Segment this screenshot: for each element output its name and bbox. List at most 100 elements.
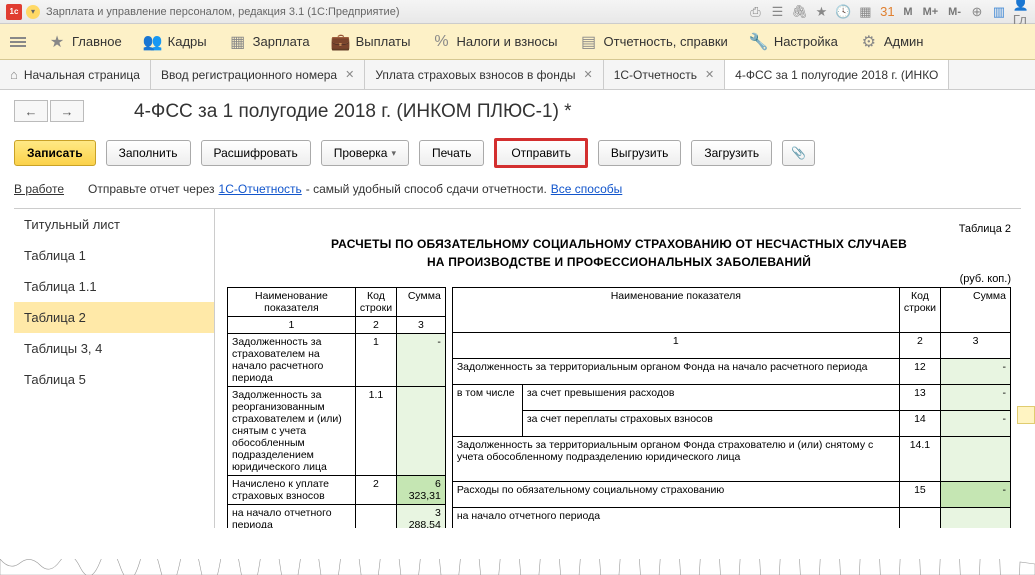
table-row: Начислено к уплате страховых взносов 2 6… (228, 476, 446, 505)
status-badge[interactable]: В работе (14, 182, 64, 196)
print-button[interactable]: Печать (419, 140, 484, 166)
chevron-down-icon: ▾ (391, 148, 396, 159)
memory-mplus-icon[interactable]: M+ (921, 4, 941, 20)
tabs-bar: ⌂Начальная страница Ввод регистрационног… (0, 60, 1035, 90)
menu-main[interactable]: ★Главное (48, 33, 122, 51)
unit-label: (руб. коп.) (227, 273, 1011, 285)
save-button[interactable]: Записать (14, 140, 96, 166)
nav-back-forward: ← → (14, 100, 84, 122)
table-row: на начало отчетного периода (452, 507, 1010, 528)
table-row: за счет переплаты страховых взносов 14 - (452, 410, 1010, 436)
people-icon: 👥 (144, 33, 162, 51)
print-icon[interactable]: ⎙ (747, 4, 763, 20)
send-button[interactable]: Отправить (494, 138, 588, 168)
table-row: Задолженность за территориальным органом… (452, 437, 1010, 482)
menu-admin[interactable]: ⚙Админ (860, 33, 924, 51)
table-row: Расходы по обязательному социальному стр… (452, 481, 1010, 507)
star-icon: ★ (48, 33, 66, 51)
table-row: Задолженность за реорганизованным страхо… (228, 387, 446, 476)
paperclip-icon: 📎 (791, 146, 806, 160)
right-table: Наименование показателя Код строки Сумма… (452, 287, 1011, 528)
th-sum: Сумма (941, 288, 1011, 333)
home-icon: ⌂ (10, 67, 18, 82)
tab-4fss[interactable]: 4-ФСС за 1 полугодие 2018 г. (ИНКО (725, 60, 949, 89)
report-icon: ▤ (580, 33, 598, 51)
side-item-t2[interactable]: Таблица 2 (14, 302, 214, 333)
link-1c-otchet[interactable]: 1С-Отчетность (219, 182, 302, 196)
link-all-methods[interactable]: Все способы (551, 182, 623, 196)
percent-icon: % (432, 33, 450, 51)
th-name: Наименование показателя (452, 288, 899, 333)
panels-icon[interactable]: ▥ (991, 4, 1007, 20)
gear-icon: ⚙ (860, 33, 878, 51)
titlebar: 1c ▾ Зарплата и управление персоналом, р… (0, 0, 1035, 24)
decode-button[interactable]: Расшифровать (201, 140, 311, 166)
memory-mminus-icon[interactable]: M- (946, 4, 963, 20)
side-item-t1[interactable]: Таблица 1 (14, 240, 214, 271)
export-button[interactable]: Выгрузить (598, 140, 682, 166)
tool-icon[interactable]: ☰ (769, 4, 785, 20)
th-code: Код строки (355, 288, 396, 317)
close-icon[interactable]: ✕ (583, 68, 592, 81)
titlebar-icons: ⎙ ☰ 🖇 ★ 🕓 ▦ 31 M M+ M- ⊕ ▥ 👤 Гл (747, 4, 1029, 20)
th-sum: Сумма (397, 288, 446, 317)
wallet-icon: 💼 (332, 33, 350, 51)
menu-zarplata[interactable]: ▦Зарплата (229, 33, 310, 51)
zoom-icon[interactable]: ⊕ (969, 4, 985, 20)
tab-uplata[interactable]: Уплата страховых взносов в фонды✕ (365, 60, 603, 89)
report-area: Таблица 2 РАСЧЕТЫ ПО ОБЯЗАТЕЛЬНОМУ СОЦИА… (214, 208, 1021, 528)
side-panel: Титульный лист Таблица 1 Таблица 1.1 Таб… (14, 208, 214, 528)
user-icon[interactable]: 👤 Гл (1013, 4, 1029, 20)
tab-home[interactable]: ⌂Начальная страница (0, 60, 151, 89)
report-title-1: РАСЧЕТЫ ПО ОБЯЗАТЕЛЬНОМУ СОЦИАЛЬНОМУ СТР… (227, 237, 1011, 251)
table-row: в том числе за счет превышения расходов … (452, 384, 1010, 410)
link-icon[interactable]: 🖇 (791, 4, 807, 20)
toolbar: Записать Заполнить Расшифровать Проверка… (14, 138, 1021, 168)
table-row: Задолженность за территориальным органом… (452, 358, 1010, 384)
import-button[interactable]: Загрузить (691, 140, 772, 166)
window-title: Зарплата и управление персоналом, редакц… (46, 6, 747, 18)
close-icon[interactable]: ✕ (705, 68, 714, 81)
memory-m-icon[interactable]: M (901, 4, 914, 20)
table-label: Таблица 2 (227, 223, 1011, 235)
report-title-2: НА ПРОИЗВОДСТВЕ И ПРОФЕССИОНАЛЬНЫХ ЗАБОЛ… (227, 255, 1011, 269)
app-menu-dropdown-icon[interactable]: ▾ (26, 5, 40, 19)
body-split: Титульный лист Таблица 1 Таблица 1.1 Таб… (14, 208, 1021, 528)
tables-wrap: Наименование показателя Код строки Сумма… (227, 287, 1011, 528)
calc2-icon: ▦ (229, 33, 247, 51)
menu-burger[interactable] (10, 37, 26, 47)
close-icon[interactable]: ✕ (345, 68, 354, 81)
nav-forward-button[interactable]: → (50, 100, 84, 122)
menu-otchet[interactable]: ▤Отчетность, справки (580, 33, 728, 51)
menu-nastroika[interactable]: 🔧Настройка (750, 33, 838, 51)
app-logo-icon: 1c (6, 4, 22, 20)
calc-icon[interactable]: ▦ (857, 4, 873, 20)
content-area: ← → 4-ФСС за 1 полугодие 2018 г. (ИНКОМ … (0, 90, 1035, 528)
menu-nalogi[interactable]: %Налоги и взносы (432, 33, 557, 51)
history-icon[interactable]: 🕓 (835, 4, 851, 20)
side-item-title[interactable]: Титульный лист (14, 209, 214, 240)
wrench-icon: 🔧 (750, 33, 768, 51)
th-code: Код строки (899, 288, 940, 333)
side-item-t11[interactable]: Таблица 1.1 (14, 271, 214, 302)
left-table: Наименование показателя Код строки Сумма… (227, 287, 446, 528)
th-name: Наименование показателя (228, 288, 356, 317)
attach-button[interactable]: 📎 (782, 140, 815, 166)
fill-button[interactable]: Заполнить (106, 140, 191, 166)
main-menu: ★Главное 👥Кадры ▦Зарплата 💼Выплаты %Нало… (0, 24, 1035, 60)
check-button[interactable]: Проверка▾ (321, 140, 409, 166)
burger-icon (10, 37, 26, 47)
calendar-icon[interactable]: 31 (879, 4, 895, 20)
info-line: В работе Отправьте отчет через 1С-Отчетн… (14, 182, 1021, 196)
menu-kadry[interactable]: 👥Кадры (144, 33, 207, 51)
menu-vyplaty[interactable]: 💼Выплаты (332, 33, 411, 51)
fav-icon[interactable]: ★ (813, 4, 829, 20)
nav-back-button[interactable]: ← (14, 100, 48, 122)
table-row: Задолженность за страхователем на начало… (228, 334, 446, 387)
side-item-t5[interactable]: Таблица 5 (14, 364, 214, 395)
document-title: 4-ФСС за 1 полугодие 2018 г. (ИНКОМ ПЛЮС… (134, 101, 572, 123)
edge-marker (1017, 406, 1035, 424)
side-item-t34[interactable]: Таблицы 3, 4 (14, 333, 214, 364)
tab-regnum[interactable]: Ввод регистрационного номера✕ (151, 60, 365, 89)
tab-1c-otchet[interactable]: 1С-Отчетность✕ (604, 60, 725, 89)
